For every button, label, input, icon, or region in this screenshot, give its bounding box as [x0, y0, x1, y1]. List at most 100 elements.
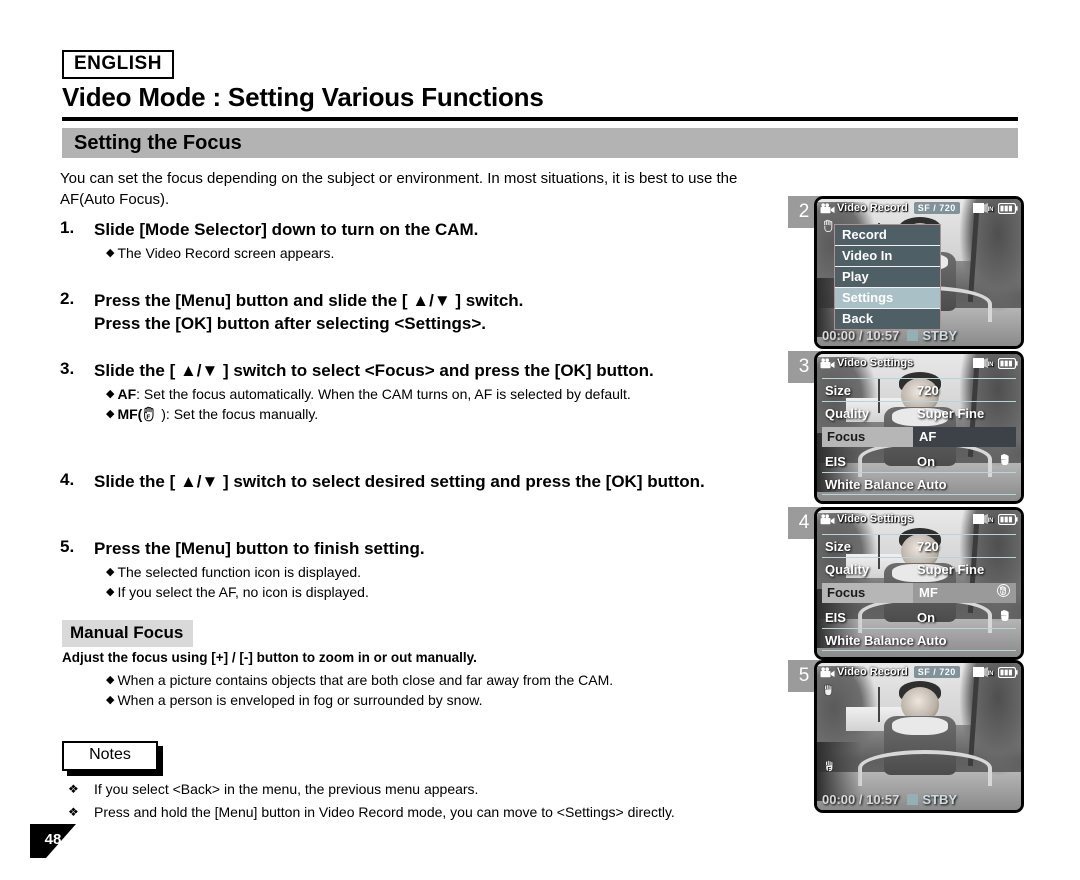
memory-in-icon: IN [973, 202, 995, 214]
memory-in-icon: IN [973, 666, 995, 678]
section-heading-bar: Setting the Focus [62, 128, 1018, 158]
setting-row-white-balance[interactable]: White Balance Auto [822, 474, 1016, 494]
bullet-text: When a person is enveloped in fog or sur… [117, 692, 483, 708]
diamond-icon: ◆ [106, 674, 115, 686]
notes-list: ❖ If you select <Back> in the menu, the p… [62, 778, 802, 824]
note-text: If you select <Back> in the menu, the pr… [94, 781, 479, 797]
setting-value: On [917, 453, 936, 469]
svg-text:IN: IN [988, 518, 994, 524]
camera-preview-image [817, 663, 1021, 810]
setting-row-white-balance[interactable]: White Balance Auto [822, 630, 1016, 650]
osd-status-bar: Video Record SF / 720 IN [817, 199, 1021, 217]
menu-item-settings[interactable]: Settings [835, 288, 940, 309]
diamond-icon: ◆ [106, 566, 115, 578]
note-marker-icon: ❖ [68, 782, 79, 796]
osd-timecode: 00:00 / 10:57 [822, 327, 900, 343]
setting-row-quality[interactable]: Quality Super Fine [822, 559, 1016, 579]
step-1: 1. Slide [Mode Selector] down to turn on… [60, 218, 790, 263]
section-heading-label: Setting the Focus [74, 132, 242, 154]
diamond-icon: ◆ [106, 586, 115, 598]
setting-label: Size [825, 538, 852, 554]
manual-page: ENGLISH Video Mode : Setting Various Fun… [0, 0, 1080, 880]
bullet: ◆ MF( F ): Set the focus manually. [106, 404, 790, 424]
osd-status-bar: Video Settings IN [817, 510, 1021, 528]
osd-mode-title: Video Record [837, 666, 908, 678]
lcd-screen: Video Record SF / 720 IN F 00:00 / 10:57… [814, 660, 1024, 813]
manual-focus-hand-icon: F [142, 406, 157, 422]
step-1-bullets: ◆ The Video Record screen appears. [106, 243, 790, 263]
step-3-bullets: ◆ AF: Set the focus automatically. When t… [106, 384, 790, 424]
intro-paragraph: You can set the focus depending on the s… [60, 170, 738, 208]
osd-right-icons: IN [973, 202, 1018, 214]
language-label: ENGLISH [74, 53, 162, 74]
osd-main-menu[interactable]: Record Video In Play Settings Back [834, 224, 941, 330]
setting-row-eis[interactable]: EIS On [822, 451, 1016, 471]
bullet-text: If you select the AF, no icon is display… [117, 584, 369, 600]
bullet: ◆ The selected function icon is displayed… [106, 562, 790, 582]
setting-label: White Balance [825, 476, 914, 492]
setting-row-size[interactable]: Size 720 [822, 380, 1016, 400]
setting-value: 720 [917, 382, 939, 398]
page-number-badge: 48 [30, 824, 82, 858]
svg-text:F: F [1002, 590, 1005, 596]
bullet-label-af: AF [117, 386, 137, 402]
setting-label: EIS [825, 453, 846, 469]
osd-bottom-bar: 00:00 / 10:57 STBY [817, 790, 1021, 808]
step-2-number: 2. [60, 289, 75, 308]
step-2: 2. Press the [Menu] button and slide the… [60, 289, 790, 335]
eis-hand-icon [999, 452, 1016, 470]
osd-quality-badge: SF / 720 [913, 202, 960, 214]
bullet: ◆ If you select the AF, no icon is displa… [106, 582, 790, 602]
setting-row-focus[interactable]: Focus MF F [822, 583, 1016, 603]
step-1-heading: Slide [Mode Selector] down to turn on th… [94, 220, 479, 239]
menu-item-play[interactable]: Play [835, 267, 940, 288]
camcorder-icon [820, 357, 835, 369]
step-5-bullets: ◆ The selected function icon is displayed… [106, 562, 790, 602]
note-marker-icon: ❖ [68, 805, 79, 819]
setting-row-size[interactable]: Size 720 [822, 536, 1016, 556]
menu-item-record[interactable]: Record [835, 225, 940, 246]
setting-value: Super Fine [917, 561, 985, 577]
note-text: Press and hold the [Menu] button in Vide… [94, 804, 675, 820]
step-1-number: 1. [60, 218, 75, 237]
setting-label: Focus [822, 583, 913, 603]
step-5-heading: Press the [Menu] button to finish settin… [94, 539, 425, 558]
setting-row-eis[interactable]: EIS On [822, 607, 1016, 627]
setting-label: Quality [825, 561, 870, 577]
notes-label: Notes [89, 746, 131, 763]
lcd-screen: Video Settings IN Size 720 Quality Super… [814, 507, 1024, 660]
setting-value: MF [919, 585, 938, 600]
osd-status-text: STBY [922, 791, 958, 807]
osd-quality-badge: SF / 720 [913, 666, 960, 678]
osd-right-icons: IN [973, 513, 1018, 525]
osd-mode-title: Video Settings [837, 513, 914, 525]
step-5: 5. Press the [Menu] button to finish set… [60, 537, 790, 602]
step-3-number: 3. [60, 359, 75, 378]
svg-text:F: F [827, 768, 831, 774]
setting-row-focus[interactable]: Focus AF [822, 427, 1016, 447]
setting-row-quality[interactable]: Quality Super Fine [822, 403, 1016, 423]
menu-item-video-in[interactable]: Video In [835, 246, 940, 267]
setting-label: Quality [825, 405, 870, 421]
diamond-icon: ◆ [106, 388, 115, 400]
osd-status-text: STBY [922, 327, 958, 343]
manual-focus-bullets: ◆ When a picture contains objects that ar… [106, 670, 613, 710]
step-2-heading: Press the [Menu] button and slide the [ … [94, 291, 524, 310]
diamond-icon: ◆ [106, 408, 115, 420]
osd-mode-title: Video Settings [837, 357, 914, 369]
step-2-heading-line2: Press the [OK] button after selecting <S… [94, 314, 487, 333]
battery-icon [998, 202, 1018, 214]
step-4-heading: Slide the [ ▲/▼ ] switch to select desir… [94, 472, 705, 491]
manual-focus-hand-icon: F [997, 583, 1010, 603]
osd-status-bar: Video Settings IN [817, 354, 1021, 372]
bullet-text: : Set the focus automatically. When the … [136, 386, 631, 402]
manual-focus-subheading: Adjust the focus using [+] / [-] button … [62, 650, 477, 665]
step-3-heading: Slide the [ ▲/▼ ] switch to select <Focu… [94, 361, 654, 380]
bullet: ◆ The Video Record screen appears. [106, 243, 790, 263]
step-5-number: 5. [60, 537, 75, 556]
page-title: Video Mode : Setting Various Functions [62, 82, 544, 112]
bullet: ◆ AF: Set the focus automatically. When t… [106, 384, 790, 404]
lcd-screen: Video Settings IN Size 720 Quality Super… [814, 351, 1024, 504]
battery-icon [998, 513, 1018, 525]
note-item: ❖ If you select <Back> in the menu, the p… [62, 778, 802, 801]
